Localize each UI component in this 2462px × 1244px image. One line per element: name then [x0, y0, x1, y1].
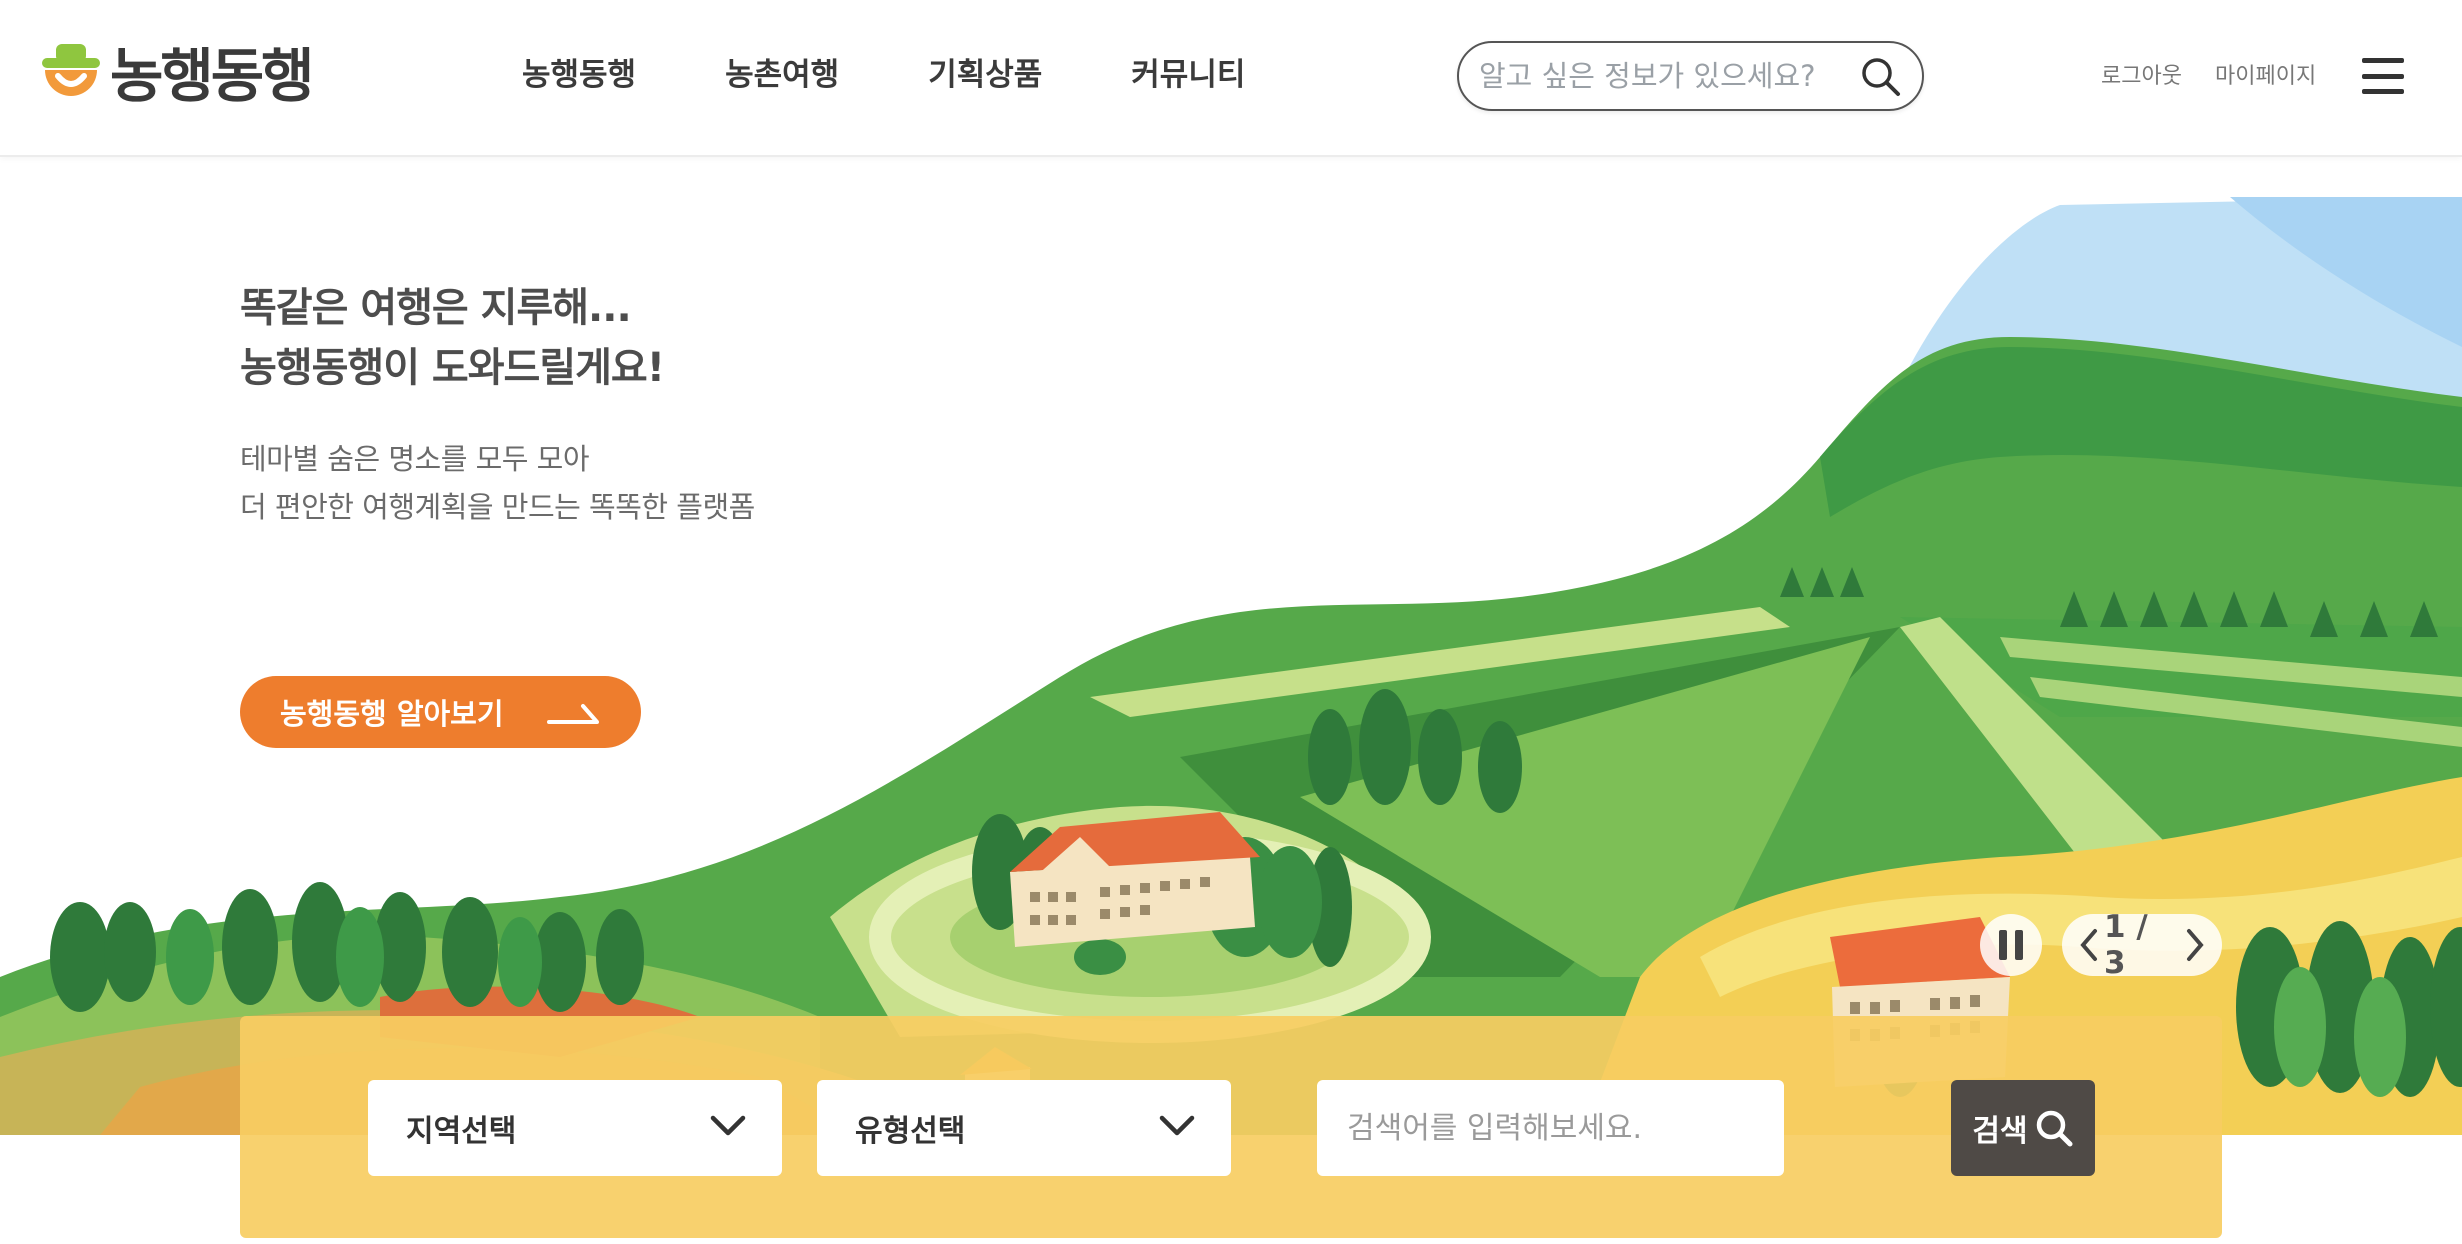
site-header: 농행동행 농행동행 농촌여행 기획상품 커뮤니티 로그아웃 마이페이지	[0, 0, 2462, 157]
finder-search-label: 검색	[1972, 1114, 2028, 1149]
chevron-right-icon	[2186, 929, 2204, 961]
hero-title-line1: 똑같은 여행은 지루해...	[240, 285, 632, 331]
hero-sub-line1: 테마별 숨은 명소를 모두 모아	[240, 442, 590, 476]
type-select-label: 유형선택	[855, 1114, 966, 1149]
smiley-hat-logo-icon	[42, 44, 100, 96]
logo[interactable]: 농행동행	[42, 38, 314, 114]
search-icon	[2036, 1110, 2073, 1147]
hero-banner: 똑같은 여행은 지루해... 농행동행이 도와드릴게요! 테마별 숨은 명소를 …	[0, 157, 2462, 1135]
chevron-left-icon	[2080, 929, 2097, 961]
hero-subtitle: 테마별 숨은 명소를 모두 모아 더 편안한 여행계획을 만드는 똑똑한 플랫폼	[240, 435, 755, 531]
main-nav: 농행동행 농촌여행 기획상품 커뮤니티	[522, 50, 1245, 100]
search-input[interactable]	[1479, 59, 1856, 93]
travel-finder-panel: 지역선택 유형선택 검색	[240, 1016, 2222, 1238]
slider-prev-button[interactable]	[2074, 925, 2104, 965]
finder-search-button[interactable]: 검색	[1951, 1080, 2095, 1176]
slider-pagination: 1 / 3	[2062, 909, 2222, 981]
chevron-down-icon	[710, 1115, 746, 1136]
slider-next-button[interactable]	[2180, 925, 2210, 965]
nav-item-community[interactable]: 커뮤니티	[1131, 50, 1245, 100]
arrow-right-icon	[547, 704, 599, 724]
nav-item-special-products[interactable]: 기획상품	[928, 50, 1042, 100]
slider-pause-button[interactable]	[1980, 914, 2042, 976]
mypage-link[interactable]: 마이페이지	[2215, 58, 2316, 90]
nav-item-rural-travel[interactable]: 농촌여행	[725, 50, 839, 100]
chevron-down-icon	[1159, 1115, 1195, 1136]
learn-more-label: 농행동행 알아보기	[280, 697, 504, 731]
hero-title-line2: 농행동행이 도와드릴게요!	[240, 345, 665, 391]
keyword-field	[1317, 1080, 1784, 1176]
region-select-label: 지역선택	[406, 1114, 517, 1149]
hero-sub-line2: 더 편안한 여행계획을 만드는 똑똑한 플랫폼	[240, 490, 755, 524]
search-icon	[1862, 58, 1900, 96]
header-search	[1457, 41, 1924, 111]
logout-link[interactable]: 로그아웃	[2101, 58, 2182, 90]
region-select[interactable]: 지역선택	[368, 1080, 782, 1176]
learn-more-button[interactable]: 농행동행 알아보기	[240, 676, 641, 748]
pause-icon	[1999, 930, 2007, 960]
keyword-input[interactable]	[1347, 1110, 1754, 1146]
slider-counter: 1 / 3	[2103, 909, 2148, 981]
nav-item-nonghaeng[interactable]: 농행동행	[522, 50, 636, 100]
search-button[interactable]	[1856, 52, 1904, 100]
hero-title: 똑같은 여행은 지루해... 농행동행이 도와드릴게요!	[240, 278, 665, 398]
hamburger-menu-icon[interactable]	[2362, 56, 2404, 96]
logo-text: 농행동행	[110, 42, 314, 110]
type-select[interactable]: 유형선택	[817, 1080, 1231, 1176]
